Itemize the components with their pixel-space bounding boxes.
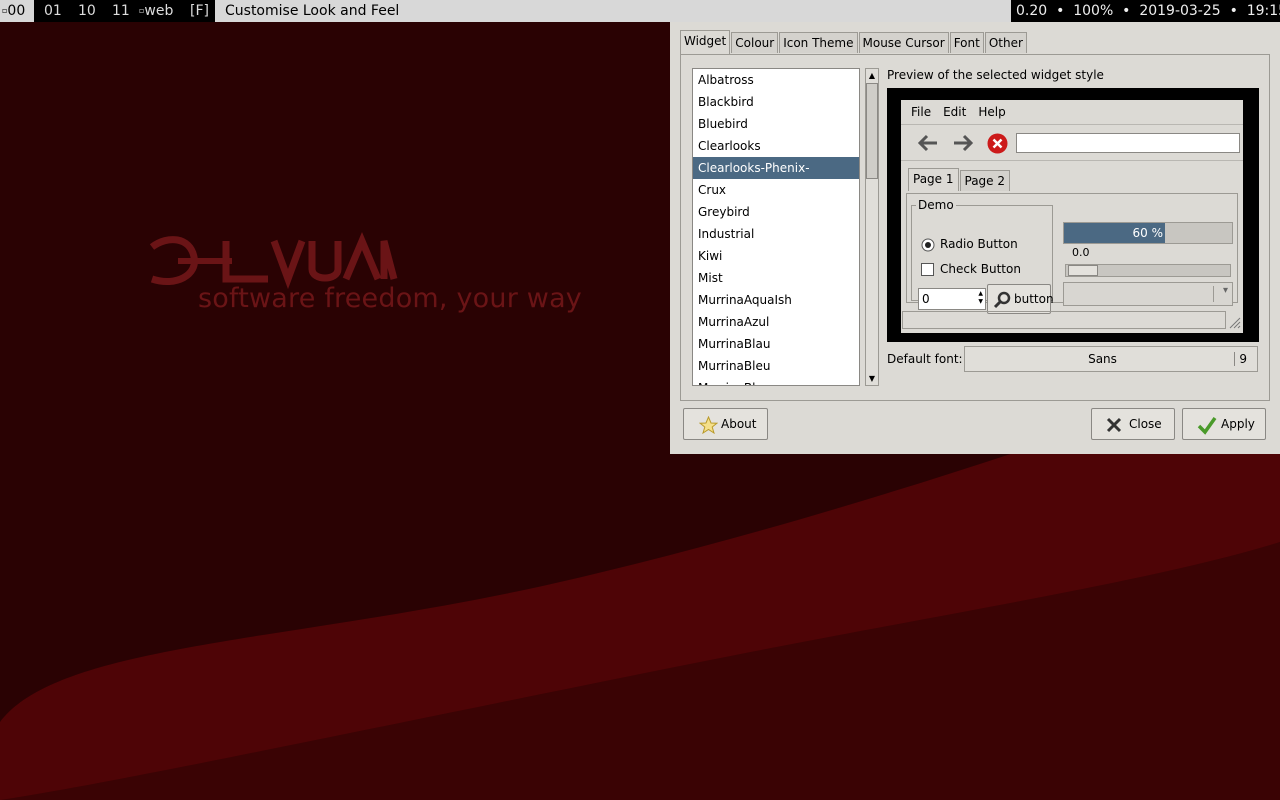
workspace-00[interactable]: ▫00 bbox=[0, 0, 34, 22]
top-panel: ▫00 01 10 11 ▫web [F] Customise Look and… bbox=[0, 0, 1280, 22]
menu-edit[interactable]: Edit bbox=[943, 105, 966, 119]
font-name: Sans bbox=[1088, 352, 1117, 366]
forward-arrow-icon[interactable] bbox=[952, 134, 974, 152]
preview-text-entry[interactable] bbox=[1016, 133, 1240, 153]
tab-icon-theme[interactable]: Icon Theme bbox=[779, 32, 858, 53]
tab-bar: Widget Colour Icon Theme Mouse Cursor Fo… bbox=[680, 30, 1028, 54]
workspace-11[interactable]: 11 bbox=[110, 0, 132, 22]
scroll-up-arrow-icon[interactable]: ▲ bbox=[866, 69, 878, 82]
scale-value: 0.0 bbox=[1072, 246, 1090, 259]
apply-button[interactable]: Apply bbox=[1182, 408, 1266, 440]
preview-combobox[interactable]: ▾ bbox=[1063, 282, 1233, 306]
radio-button-label[interactable]: Radio Button bbox=[940, 237, 1018, 251]
layout-indicator[interactable]: [F] bbox=[188, 0, 211, 22]
theme-list-scrollbar[interactable]: ▲ ▼ bbox=[865, 68, 879, 386]
preview-tab-page2[interactable]: Page 2 bbox=[959, 170, 1010, 191]
scale-slider-knob[interactable] bbox=[1068, 265, 1098, 276]
theme-list-item[interactable]: Clearlooks bbox=[693, 135, 859, 157]
star-icon bbox=[699, 416, 718, 434]
progress-bar: 60 % bbox=[1063, 222, 1233, 244]
resize-grip-icon[interactable] bbox=[1227, 315, 1241, 329]
theme-list-item[interactable]: MurrinaAquaIsh bbox=[693, 289, 859, 311]
theme-list-item-selected[interactable]: Clearlooks-Phenix-Cinnabar bbox=[693, 157, 859, 197]
theme-list[interactable]: Albatross Blackbird Bluebird Clearlooks … bbox=[692, 68, 860, 386]
spin-button[interactable]: 0 ▲ ▼ bbox=[918, 288, 986, 310]
checkbox-icon[interactable] bbox=[921, 263, 935, 277]
workspace-01[interactable]: 01 bbox=[42, 0, 64, 22]
about-button[interactable]: About bbox=[683, 408, 768, 440]
preview-menubar: File Edit Help bbox=[901, 100, 1243, 125]
tab-widget[interactable]: Widget bbox=[680, 30, 731, 54]
tab-mouse-cursor[interactable]: Mouse Cursor bbox=[858, 32, 949, 53]
scale-slider[interactable] bbox=[1065, 264, 1231, 277]
workspace-10[interactable]: 10 bbox=[76, 0, 98, 22]
theme-list-item[interactable]: Industrial bbox=[693, 223, 859, 245]
chevron-down-icon: ▾ bbox=[1222, 285, 1228, 296]
theme-list-item[interactable]: Mist bbox=[693, 267, 859, 289]
scroll-down-arrow-icon[interactable]: ▼ bbox=[866, 372, 878, 385]
default-font-label: Default font: bbox=[887, 352, 963, 366]
back-arrow-icon[interactable] bbox=[917, 134, 939, 152]
workspace-web[interactable]: ▫web bbox=[137, 0, 175, 22]
theme-list-item[interactable]: Blackbird bbox=[693, 91, 859, 113]
theme-list-item[interactable]: Albatross bbox=[693, 69, 859, 91]
theme-list-item[interactable]: Kiwi bbox=[693, 245, 859, 267]
preview-area: File Edit Help Page 1 Page 2 Demo Radio … bbox=[901, 100, 1243, 333]
theme-list-item[interactable]: Crux bbox=[693, 179, 859, 201]
status-text: 0.20 • 100% • 2019-03-25 • 19:15:42 bbox=[1016, 3, 1280, 19]
search-icon bbox=[993, 291, 1011, 309]
theme-list-item[interactable]: MurrinaAzul bbox=[693, 311, 859, 333]
preview-toolbar bbox=[901, 126, 1243, 161]
theme-list-item[interactable]: MurrinaBlau bbox=[693, 333, 859, 355]
tab-colour[interactable]: Colour bbox=[731, 32, 779, 53]
preview-button[interactable]: button bbox=[987, 284, 1054, 314]
theme-list-item[interactable]: MurrinaBleu bbox=[693, 355, 859, 377]
stop-icon[interactable] bbox=[987, 133, 1008, 154]
preview-button-label: button bbox=[1014, 292, 1054, 306]
progress-text: 60 % bbox=[1132, 226, 1164, 240]
checkmark-icon bbox=[1197, 416, 1217, 435]
theme-list-item[interactable]: Bluebird bbox=[693, 113, 859, 135]
font-picker-button[interactable]: Sans 9 bbox=[964, 346, 1258, 372]
preview-statusbar bbox=[902, 311, 1241, 329]
customise-look-dialog: Widget Colour Icon Theme Mouse Cursor Fo… bbox=[670, 22, 1280, 454]
scrollbar-thumb[interactable] bbox=[866, 83, 878, 179]
menu-help[interactable]: Help bbox=[978, 105, 1005, 119]
window-title: Customise Look and Feel bbox=[215, 0, 1011, 22]
theme-list-item[interactable]: Greybird bbox=[693, 201, 859, 223]
close-icon bbox=[1106, 417, 1122, 433]
desktop-tagline: software freedom, your way bbox=[198, 283, 582, 314]
font-size: 9 bbox=[1239, 352, 1247, 366]
tab-other[interactable]: Other bbox=[984, 32, 1027, 53]
close-button[interactable]: Close bbox=[1091, 408, 1175, 440]
tab-font[interactable]: Font bbox=[949, 32, 984, 53]
theme-list-item[interactable]: MurrinaBl bbox=[693, 377, 859, 385]
menu-file[interactable]: File bbox=[911, 105, 931, 119]
preview-tab-page1[interactable]: Page 1 bbox=[908, 168, 959, 191]
preview-label: Preview of the selected widget style bbox=[887, 68, 1104, 82]
preview-tabs: Page 1 Page 2 bbox=[908, 168, 1011, 191]
demo-frame-label: Demo bbox=[916, 198, 956, 212]
spin-arrows-icon[interactable]: ▲ ▼ bbox=[978, 290, 983, 306]
radio-button-icon[interactable] bbox=[921, 238, 935, 252]
check-button-label[interactable]: Check Button bbox=[940, 262, 1021, 276]
